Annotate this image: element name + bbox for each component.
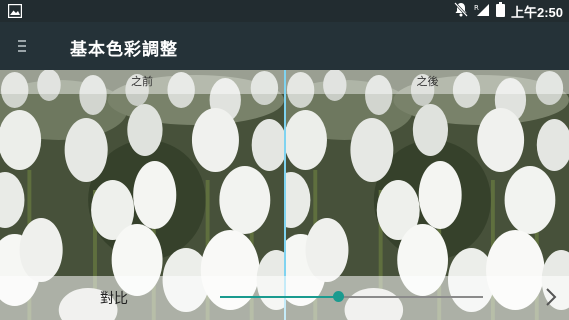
slider-thumb[interactable]: [333, 291, 345, 302]
page-title: 基本色彩調整: [70, 40, 178, 60]
status-time: 上午2:50: [510, 5, 563, 20]
adjustment-panel: 對比: [0, 276, 569, 320]
before-label: 之前: [0, 70, 284, 94]
roaming-signal-icon: R: [474, 2, 490, 21]
battery-icon: [495, 2, 505, 21]
bell-off-icon: [454, 2, 468, 21]
app-bar: 基本色彩調整: [0, 22, 569, 70]
svg-text:R: R: [474, 4, 479, 12]
contrast-slider[interactable]: [220, 291, 483, 303]
status-bar: R 上午2:50: [0, 0, 569, 22]
slider-fill: [220, 296, 339, 298]
gallery-notification-icon: [7, 3, 23, 22]
after-label: 之後: [286, 70, 569, 94]
contrast-label: 對比: [100, 291, 128, 307]
chevron-right-icon[interactable]: [544, 286, 564, 310]
hamburger-menu-icon[interactable]: [12, 36, 32, 56]
